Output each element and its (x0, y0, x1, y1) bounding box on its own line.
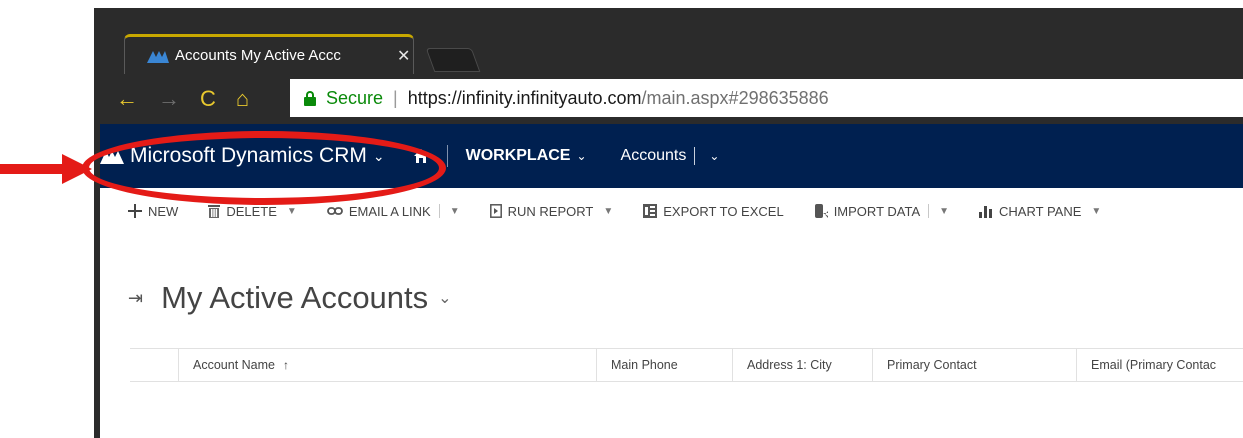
chevron-down-icon[interactable]: ⌄ (709, 149, 719, 163)
lock-icon (304, 91, 316, 106)
column-header-main-phone[interactable]: Main Phone (596, 349, 678, 381)
column-label: Account Name (193, 358, 275, 372)
view-title-text[interactable]: My Active Accounts (161, 280, 428, 316)
column-header-city[interactable]: Address 1: City (732, 349, 832, 381)
annotation-arrow (0, 154, 92, 184)
back-icon[interactable]: ← (116, 86, 138, 112)
plus-icon (128, 204, 142, 218)
chevron-down-icon[interactable]: ▼ (450, 206, 460, 217)
accounts-nav-item[interactable]: Accounts ⌄ (620, 147, 719, 165)
import-data-button[interactable]: IMPORT DATA ▼ (814, 204, 949, 219)
column-header-primary-contact[interactable]: Primary Contact (872, 349, 977, 381)
divider (438, 204, 440, 218)
column-label: Address 1: City (747, 358, 832, 372)
workplace-menu[interactable]: WORKPLACE ⌄ (466, 147, 587, 165)
annotation-ellipse (82, 131, 446, 205)
browser-window: Accounts My Active Accc ✕ ← → C ⌂ Secure… (94, 8, 1243, 438)
delete-button[interactable]: DELETE ▼ (208, 203, 297, 219)
chart-pane-label: CHART PANE (999, 203, 1082, 219)
reload-icon[interactable]: C (200, 86, 216, 112)
url-path: /main.aspx#298635886 (641, 87, 829, 108)
pin-icon[interactable]: ⇥ (128, 288, 143, 309)
link-icon (326, 207, 343, 215)
chevron-down-icon[interactable]: ▼ (939, 206, 949, 217)
nav-divider (694, 147, 696, 165)
divider (928, 204, 930, 218)
tab-strip: Accounts My Active Accc ✕ (100, 8, 1243, 74)
column-label: Primary Contact (887, 358, 977, 372)
chevron-down-icon[interactable]: ▼ (603, 206, 613, 217)
column-header-email[interactable]: Email (Primary Contac (1076, 349, 1216, 381)
new-label: NEW (148, 203, 179, 219)
new-button[interactable]: NEW (128, 204, 178, 219)
workplace-label: WORKPLACE (465, 147, 571, 164)
chevron-down-icon[interactable]: ▼ (287, 206, 297, 217)
email-link-button[interactable]: EMAIL A LINK ▼ (326, 203, 460, 219)
bar-chart-icon (979, 206, 993, 218)
view-title: ⇥ My Active Accounts ⌄ (128, 280, 452, 316)
run-report-button[interactable]: RUN REPORT ▼ (489, 203, 613, 219)
column-label: Email (Primary Contac (1091, 358, 1217, 372)
run-report-label: RUN REPORT (507, 203, 594, 219)
new-tab-button[interactable] (425, 48, 481, 72)
email-link-label: EMAIL A LINK (348, 203, 431, 219)
address-separator: | (393, 87, 398, 108)
import-data-label: IMPORT DATA (833, 203, 921, 219)
secure-label: Secure (326, 87, 384, 108)
report-icon (489, 204, 502, 218)
chart-pane-button[interactable]: CHART PANE ▼ (979, 204, 1101, 219)
browser-tab-accounts[interactable]: Accounts My Active Accc ✕ (124, 34, 414, 74)
import-icon (814, 204, 828, 218)
chevron-down-icon: ⌄ (576, 149, 587, 163)
tab-title: Accounts My Active Accc (175, 47, 341, 64)
export-excel-label: EXPORT TO EXCEL (663, 203, 784, 219)
trash-icon (208, 205, 221, 218)
dynamics-logo-icon (147, 50, 169, 63)
export-excel-button[interactable]: EXPORT TO EXCEL (643, 203, 784, 219)
chevron-down-icon[interactable]: ⌄ (438, 288, 451, 308)
home-browser-icon[interactable]: ⌂ (236, 86, 249, 112)
sort-ascending-icon: ↑ (282, 358, 289, 372)
forward-icon[interactable]: → (158, 86, 180, 112)
grid-header: Account Name ↑ Main Phone Address 1: Cit… (130, 348, 1243, 382)
url-host: https://infinity.infinityauto.com (407, 87, 642, 108)
address-bar[interactable]: Secure | https://infinity.infinityauto.c… (290, 79, 1243, 117)
close-tab-icon[interactable]: ✕ (397, 46, 410, 66)
column-header-account-name[interactable]: Account Name ↑ (178, 349, 289, 381)
column-label: Main Phone (611, 358, 678, 372)
excel-icon (643, 204, 658, 218)
browser-toolbar: ← → C ⌂ Secure | https://infinity.infini… (100, 74, 1243, 124)
delete-label: DELETE (226, 203, 277, 219)
accounts-label: Accounts (620, 147, 687, 164)
nav-divider (446, 145, 448, 167)
chevron-down-icon[interactable]: ▼ (1091, 206, 1101, 217)
